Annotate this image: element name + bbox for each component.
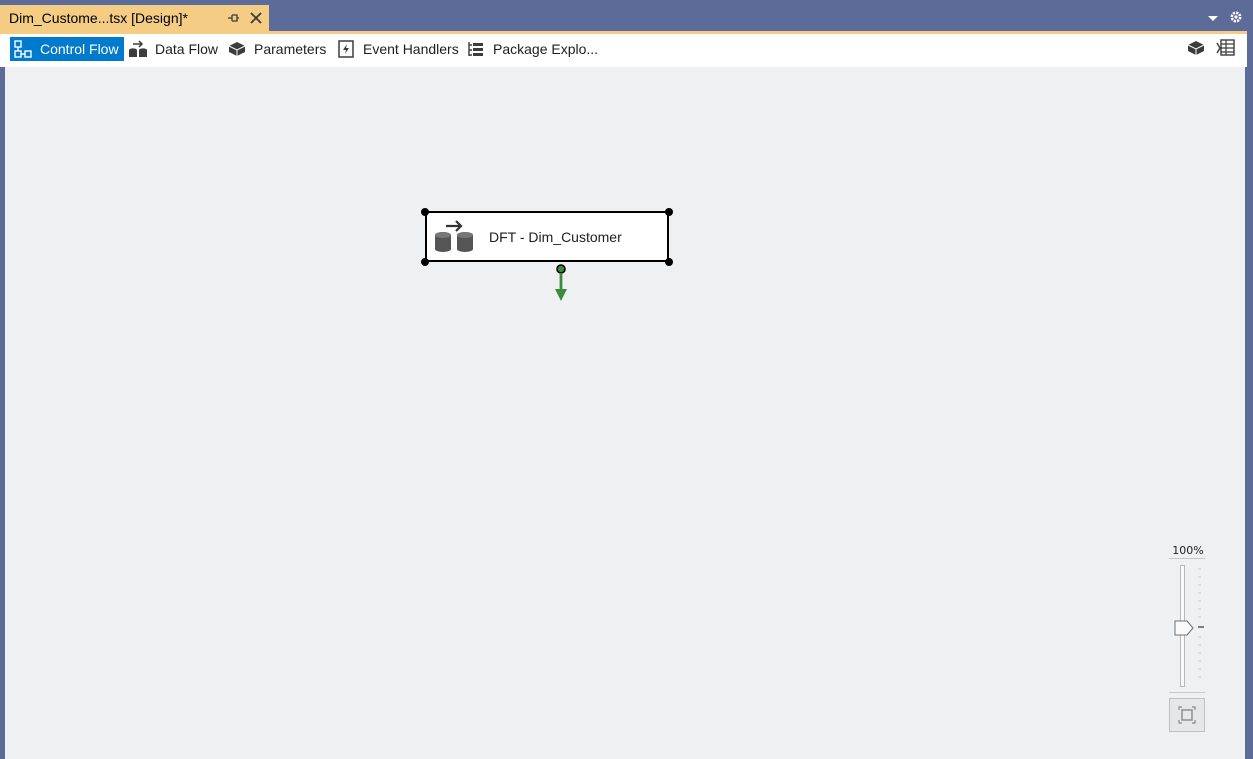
zoom-slider-ticks: [1198, 568, 1204, 678]
tab-event-handlers-label: Event Handlers: [363, 41, 459, 57]
data-flow-task-label: DFT - Dim_Customer: [489, 229, 622, 245]
data-flow-task[interactable]: DFT - Dim_Customer: [425, 211, 669, 262]
tab-parameters[interactable]: Parameters: [227, 37, 326, 61]
tab-data-flow-label: Data Flow: [155, 41, 219, 57]
document-tab-title: Dim_Custome...tsx [Design]*: [9, 10, 188, 26]
zoom-to-fit-button[interactable]: [1169, 698, 1205, 732]
control-flow-icon: [14, 40, 32, 58]
designer-toolbar: Control Flow Data Flow Parameters Event …: [0, 34, 1247, 67]
pin-icon[interactable]: [225, 10, 241, 26]
close-icon[interactable]: [248, 10, 264, 26]
tab-package-explorer-label: Package Explo...: [493, 41, 599, 57]
zoom-divider-bottom: [1169, 692, 1205, 693]
document-tab[interactable]: Dim_Custome...tsx [Design]*: [0, 5, 269, 31]
data-flow-icon: [129, 40, 147, 57]
tab-package-explorer[interactable]: Package Explo...: [466, 37, 598, 61]
gear-icon[interactable]: [1228, 9, 1244, 25]
zoom-slider-thumb[interactable]: [1169, 620, 1195, 636]
chevron-down-icon[interactable]: [1205, 10, 1221, 26]
package-explorer-icon: [468, 42, 483, 56]
tab-data-flow[interactable]: Data Flow: [128, 37, 218, 61]
design-canvas[interactable]: DFT - Dim_Customer 100%: [5, 67, 1245, 759]
data-flow-task-icon: [435, 220, 473, 252]
resize-handle-top-right[interactable]: [665, 208, 673, 216]
zoom-level-label: 100%: [1172, 544, 1204, 557]
tab-control-flow-label: Control Flow: [40, 41, 119, 57]
tab-event-handlers[interactable]: Event Handlers: [336, 37, 459, 61]
precedence-constraint-arrow[interactable]: [554, 263, 568, 305]
zoom-divider: [1169, 558, 1205, 559]
resize-handle-bottom-right[interactable]: [665, 258, 673, 266]
package-icon[interactable]: [1186, 38, 1206, 58]
resize-handle-bottom-left[interactable]: [421, 258, 429, 266]
tab-control-flow[interactable]: Control Flow: [10, 37, 124, 61]
event-handlers-icon: [338, 40, 354, 58]
tab-parameters-label: Parameters: [254, 41, 327, 57]
fit-to-window-icon: [1178, 706, 1196, 724]
variables-icon[interactable]: [1216, 38, 1236, 58]
parameters-icon: [228, 42, 246, 56]
resize-handle-top-left[interactable]: [421, 208, 429, 216]
zoom-control: 100%: [1169, 542, 1207, 732]
